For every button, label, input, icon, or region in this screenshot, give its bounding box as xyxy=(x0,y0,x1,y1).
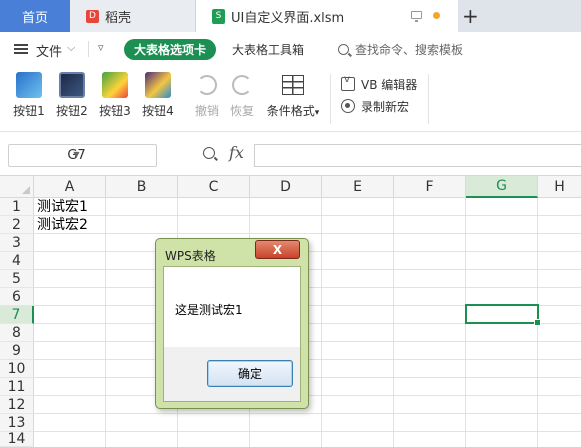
column-header-f[interactable]: F xyxy=(394,176,466,198)
row-header-9[interactable]: 9 xyxy=(0,342,34,360)
row-header-5[interactable]: 5 xyxy=(0,270,34,288)
record-macro-icon xyxy=(341,99,355,113)
table-grid-icon xyxy=(282,75,304,95)
formula-bar: G7 ▼ fx xyxy=(0,132,581,176)
menu-divider xyxy=(88,41,89,57)
column-header-a[interactable]: A xyxy=(34,176,106,198)
record-macro-label: 录制新宏 xyxy=(361,99,410,114)
conditional-format-text: 条件格式 xyxy=(266,104,315,118)
macro-button-3-icon xyxy=(102,72,128,98)
row-header-10[interactable]: 10 xyxy=(0,360,34,378)
row-header-7[interactable]: 7 xyxy=(0,306,34,324)
name-box-dropdown-icon[interactable]: ▼ xyxy=(9,150,144,159)
row-header-11[interactable]: 11 xyxy=(0,378,34,396)
tab-docer-label: 稻壳 xyxy=(105,10,132,26)
dialog-title: WPS表格 xyxy=(165,249,216,263)
button-2-label: 按钮2 xyxy=(56,104,88,118)
tab-docer[interactable]: D 稻壳 xyxy=(70,0,196,32)
dialog-body: 这是测试宏1 确定 xyxy=(163,266,301,402)
dialog-message-area: 这是测试宏1 xyxy=(164,267,300,347)
macro-button-2-icon xyxy=(59,72,85,98)
row-header-8[interactable]: 8 xyxy=(0,324,34,342)
ribbon-divider-right xyxy=(428,74,429,124)
menu-row: 文件 ⌵ ▿ 大表格选项卡 大表格工具箱 查找命令、搜索模板 xyxy=(0,32,581,66)
button-1-label: 按钮1 xyxy=(13,104,45,118)
row-header-3[interactable]: 3 xyxy=(0,234,34,252)
vb-editor-label: VB 编辑器 xyxy=(361,77,418,92)
tab-file-label: UI自定义界面.xlsm xyxy=(231,10,345,26)
select-all-corner[interactable] xyxy=(0,176,34,198)
column-header-b[interactable]: B xyxy=(106,176,178,198)
monitor-icon[interactable] xyxy=(411,11,422,22)
macro-button-1-icon xyxy=(16,72,42,98)
redo-label: 恢复 xyxy=(229,104,254,118)
column-header-d[interactable]: D xyxy=(250,176,322,198)
macro-button-4-icon xyxy=(145,72,171,98)
quick-access-dropdown-icon[interactable]: ▿ xyxy=(98,41,104,54)
button-1[interactable]: 按钮1 xyxy=(9,72,49,126)
function-icon[interactable]: fx xyxy=(229,143,244,162)
spreadsheet-file-icon: S xyxy=(212,8,225,24)
zoom-icon[interactable] xyxy=(203,147,215,159)
undo-button[interactable]: 撤销 xyxy=(187,72,227,126)
tab-home-label: 首页 xyxy=(21,10,48,26)
dialog-close-button[interactable]: X xyxy=(255,240,300,259)
dialog-message: 这是测试宏1 xyxy=(175,303,243,317)
row-header-12[interactable]: 12 xyxy=(0,396,34,414)
dialog-ok-button[interactable]: 确定 xyxy=(207,360,293,387)
row-header-1[interactable]: 1 xyxy=(0,198,34,216)
redo-icon xyxy=(232,75,252,95)
name-box[interactable]: G7 ▼ xyxy=(8,144,157,167)
column-header-e[interactable]: E xyxy=(322,176,394,198)
conditional-format-arrow: ▾ xyxy=(314,108,320,118)
button-3-label: 按钮3 xyxy=(99,104,131,118)
new-tab-plus-icon[interactable]: + xyxy=(462,4,479,28)
ribbon: 按钮1 按钮2 按钮3 按钮4 撤销 恢复 条件格式▾ VB 编辑器 录制新宏 xyxy=(0,66,581,132)
button-3[interactable]: 按钮3 xyxy=(95,72,135,126)
selected-cell-g7[interactable] xyxy=(465,304,541,326)
row-header-14[interactable]: 14 xyxy=(0,431,34,447)
menu-file[interactable]: 文件 xyxy=(36,41,62,60)
vb-editor-icon xyxy=(341,74,355,91)
column-header-g[interactable]: G xyxy=(466,176,538,198)
command-search-label: 查找命令、搜索模板 xyxy=(355,43,464,57)
ribbon-divider xyxy=(330,74,331,124)
tab-home[interactable]: 首页 xyxy=(0,0,70,32)
conditional-format-button[interactable]: 条件格式▾ xyxy=(263,72,323,126)
docer-icon: D xyxy=(86,9,99,23)
column-header-c[interactable]: C xyxy=(178,176,250,198)
hamburger-icon[interactable] xyxy=(14,44,28,54)
button-4[interactable]: 按钮4 xyxy=(138,72,178,126)
row-header-4[interactable]: 4 xyxy=(0,252,34,270)
record-macro-button[interactable]: 录制新宏 xyxy=(341,96,409,116)
vb-editor-button[interactable]: VB 编辑器 xyxy=(341,74,417,94)
row-header-6[interactable]: 6 xyxy=(0,288,34,306)
conditional-format-label: 条件格式▾ xyxy=(263,102,323,119)
search-icon xyxy=(338,44,349,55)
command-search[interactable]: 查找命令、搜索模板 xyxy=(338,41,463,58)
redo-button[interactable]: 恢复 xyxy=(222,72,262,126)
cell-a2[interactable]: 测试宏2 xyxy=(37,216,88,234)
button-2[interactable]: 按钮2 xyxy=(52,72,92,126)
tab-big-table-toolbox[interactable]: 大表格工具箱 xyxy=(232,41,304,58)
chevron-down-icon[interactable]: ⌵ xyxy=(67,41,75,55)
row-header-13[interactable]: 13 xyxy=(0,414,34,432)
undo-label: 撤销 xyxy=(194,104,219,118)
column-header-h[interactable]: H xyxy=(538,176,581,198)
title-tab-bar: 首页 D 稻壳 S UI自定义界面.xlsm + xyxy=(0,0,581,32)
unsaved-dot-icon xyxy=(433,12,440,19)
undo-icon xyxy=(197,75,217,95)
message-dialog: WPS表格 X 这是测试宏1 确定 xyxy=(155,238,309,409)
formula-input[interactable] xyxy=(254,144,581,167)
cell-a1[interactable]: 测试宏1 xyxy=(37,198,88,216)
tab-big-table-options[interactable]: 大表格选项卡 xyxy=(124,39,216,60)
button-4-label: 按钮4 xyxy=(142,104,174,118)
row-header-2[interactable]: 2 xyxy=(0,216,34,234)
